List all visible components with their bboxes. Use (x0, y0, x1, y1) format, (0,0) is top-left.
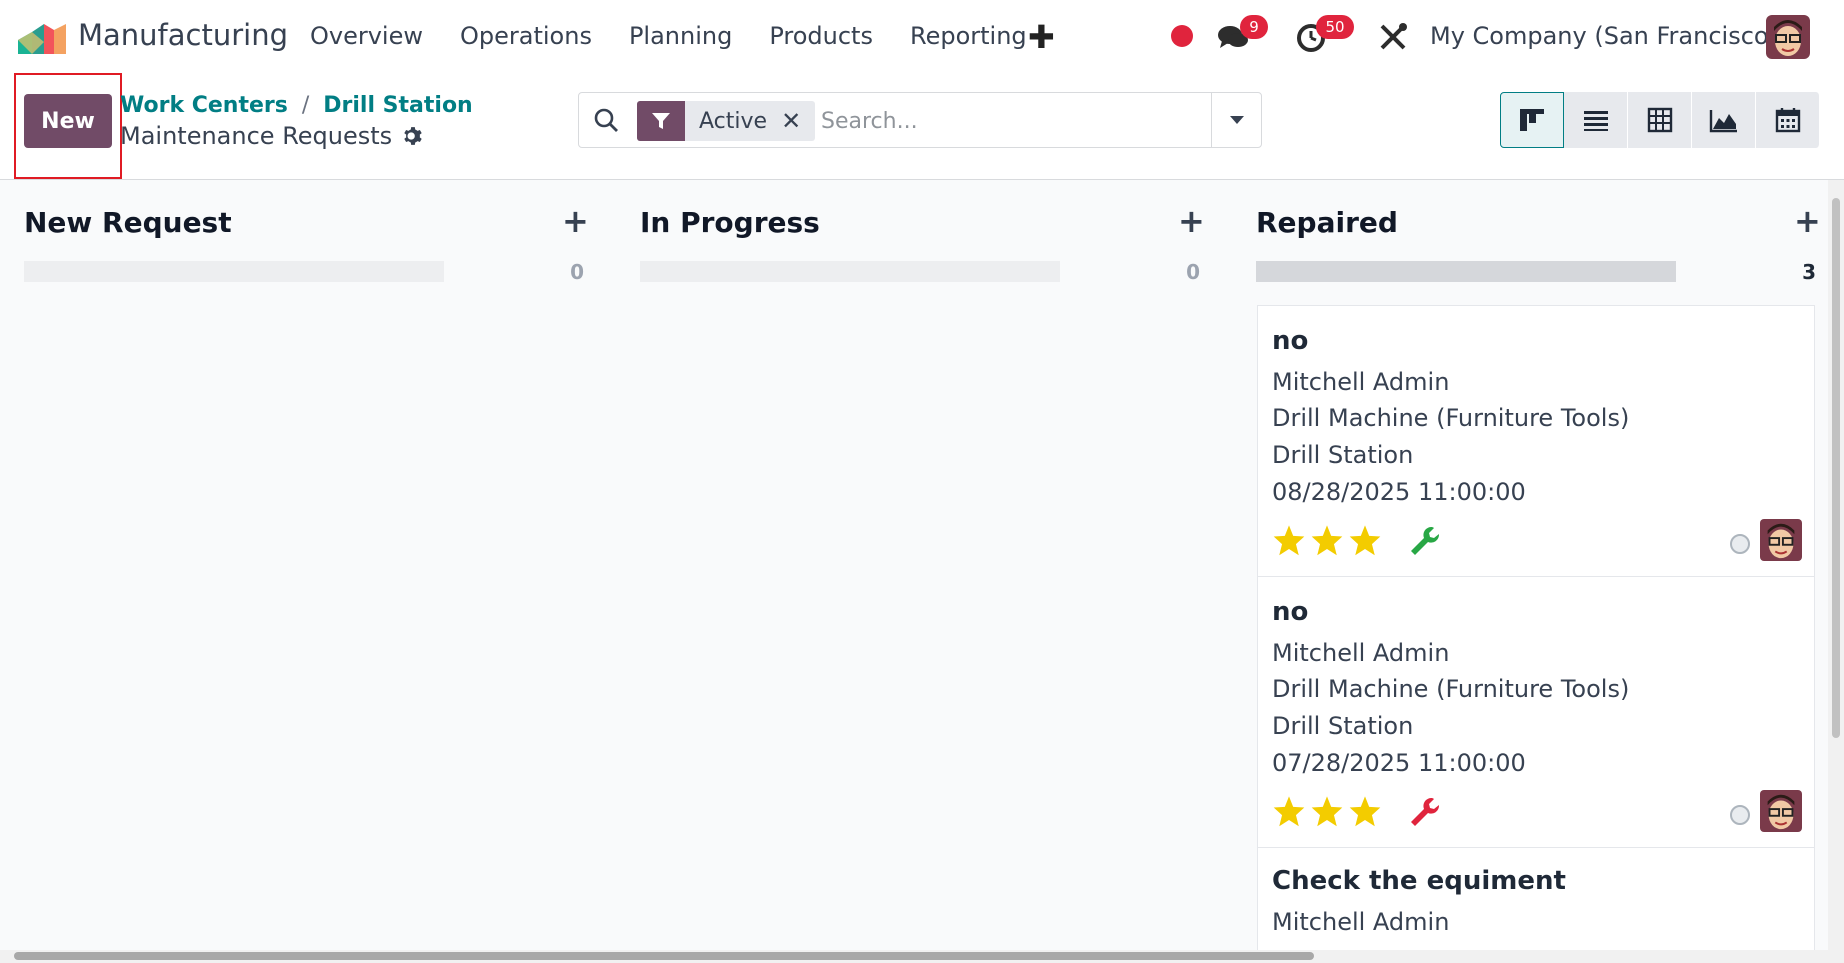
messages-badge: 9 (1240, 15, 1268, 39)
add-menu-icon[interactable]: ✚ (1028, 18, 1055, 56)
quick-create-icon[interactable]: + (1178, 202, 1205, 240)
search-options-toggle[interactable] (1211, 93, 1261, 147)
menu-overview[interactable]: Overview (310, 22, 423, 50)
wrench-icon (1411, 526, 1440, 555)
star-icon[interactable] (1348, 795, 1382, 827)
kanban-icon (1520, 109, 1544, 131)
menu-reporting[interactable]: Reporting (910, 22, 1027, 50)
kanban-card[interactable]: no Mitchell Admin Drill Machine (Furnitu… (1257, 305, 1815, 577)
card-user: Mitchell Admin (1272, 908, 1450, 936)
priority-stars[interactable] (1272, 524, 1382, 556)
kanban-card[interactable]: no Mitchell Admin Drill Machine (Furnitu… (1257, 576, 1815, 848)
calendar-view-button[interactable] (1756, 92, 1820, 148)
card-title: no (1272, 597, 1309, 627)
user-avatar[interactable] (1766, 15, 1810, 59)
app-name[interactable]: Manufacturing (78, 18, 288, 52)
star-icon[interactable] (1310, 795, 1344, 827)
manufacturing-app-icon[interactable] (18, 20, 66, 54)
star-icon[interactable] (1272, 524, 1306, 556)
horizontal-scrollbar[interactable] (0, 950, 1844, 963)
search-bar: Active ✕ (578, 92, 1262, 148)
area-chart-icon (1709, 110, 1737, 133)
priority-stars[interactable] (1272, 795, 1382, 827)
view-switcher (1500, 92, 1820, 148)
card-workcenter: Drill Station (1272, 441, 1414, 469)
kanban-column-in-progress: In Progress + 0 (616, 180, 1205, 950)
column-progress-bar (640, 261, 1060, 282)
vertical-scroll-thumb[interactable] (1832, 198, 1840, 738)
list-icon (1583, 111, 1608, 131)
card-workcenter: Drill Station (1272, 712, 1414, 740)
kanban-state-indicator[interactable] (1730, 534, 1750, 554)
card-title: Check the equiment (1272, 866, 1566, 896)
column-title[interactable]: In Progress (640, 206, 820, 239)
recording-status-icon[interactable] (1171, 25, 1193, 47)
assignee-avatar (1760, 519, 1802, 561)
pivot-view-button[interactable] (1628, 92, 1692, 148)
search-input[interactable] (821, 105, 1181, 137)
gear-icon[interactable] (402, 125, 424, 147)
column-title[interactable]: New Request (24, 206, 232, 239)
column-count: 0 (570, 260, 584, 284)
star-icon[interactable] (1348, 524, 1382, 556)
card-title: no (1272, 326, 1309, 356)
card-equipment: Drill Machine (Furniture Tools) (1272, 675, 1630, 703)
calendar-icon (1775, 108, 1800, 133)
new-button-highlight (14, 73, 122, 179)
filter-label: Active (699, 108, 768, 134)
column-title[interactable]: Repaired (1256, 206, 1398, 239)
caret-down-icon (1229, 116, 1244, 124)
column-count: 3 (1802, 260, 1816, 284)
wrench-icon (1411, 797, 1440, 826)
company-switcher[interactable]: My Company (San Francisco) (1430, 22, 1778, 50)
column-progress-bar (1256, 261, 1676, 282)
kanban-column-new-request: New Request + 0 (0, 180, 589, 950)
kanban-state-indicator[interactable] (1730, 805, 1750, 825)
page-title-text: Maintenance Requests (120, 122, 393, 150)
search-icon[interactable] (593, 107, 619, 133)
column-progress-bar (24, 261, 444, 282)
card-date: 08/28/2025 11:00:00 (1272, 478, 1526, 506)
main-menu: Overview Operations Planning Products Re… (310, 22, 1064, 50)
card-user: Mitchell Admin (1272, 639, 1450, 667)
breadcrumb: Work Centers / Drill Station (120, 93, 473, 118)
kanban-board: New Request + 0 In Progress + 0 Repaired… (0, 180, 1828, 950)
card-date: 07/28/2025 11:00:00 (1272, 749, 1526, 777)
activities-badge: 50 (1316, 15, 1354, 39)
star-icon[interactable] (1272, 795, 1306, 827)
list-view-button[interactable] (1564, 92, 1628, 148)
card-user: Mitchell Admin (1272, 368, 1450, 396)
breadcrumb-drill-station[interactable]: Drill Station (323, 93, 472, 118)
debug-tools-icon[interactable] (1378, 22, 1408, 52)
menu-products[interactable]: Products (769, 22, 873, 50)
quick-create-icon[interactable]: + (1794, 202, 1821, 240)
quick-create-icon[interactable]: + (562, 202, 589, 240)
horizontal-scroll-thumb[interactable] (14, 952, 1314, 960)
menu-planning[interactable]: Planning (629, 22, 732, 50)
page-title: Maintenance Requests (120, 122, 424, 150)
kanban-card[interactable]: Check the equiment Mitchell Admin (1257, 847, 1815, 950)
pivot-table-icon (1647, 107, 1672, 133)
vertical-scrollbar[interactable] (1828, 180, 1844, 950)
assignee-avatar (1760, 790, 1802, 832)
card-equipment: Drill Machine (Furniture Tools) (1272, 404, 1630, 432)
column-count: 0 (1186, 260, 1200, 284)
filter-icon (637, 101, 685, 141)
breadcrumb-work-centers[interactable]: Work Centers (120, 93, 288, 118)
kanban-view-button[interactable] (1500, 92, 1564, 148)
active-filter-facet[interactable]: Active ✕ (637, 101, 816, 141)
top-navbar: Manufacturing Overview Operations Planni… (0, 0, 1844, 74)
graph-view-button[interactable] (1692, 92, 1756, 148)
breadcrumb-separator: / (301, 93, 310, 118)
remove-filter-icon[interactable]: ✕ (781, 107, 815, 135)
menu-operations[interactable]: Operations (460, 22, 592, 50)
star-icon[interactable] (1310, 524, 1344, 556)
